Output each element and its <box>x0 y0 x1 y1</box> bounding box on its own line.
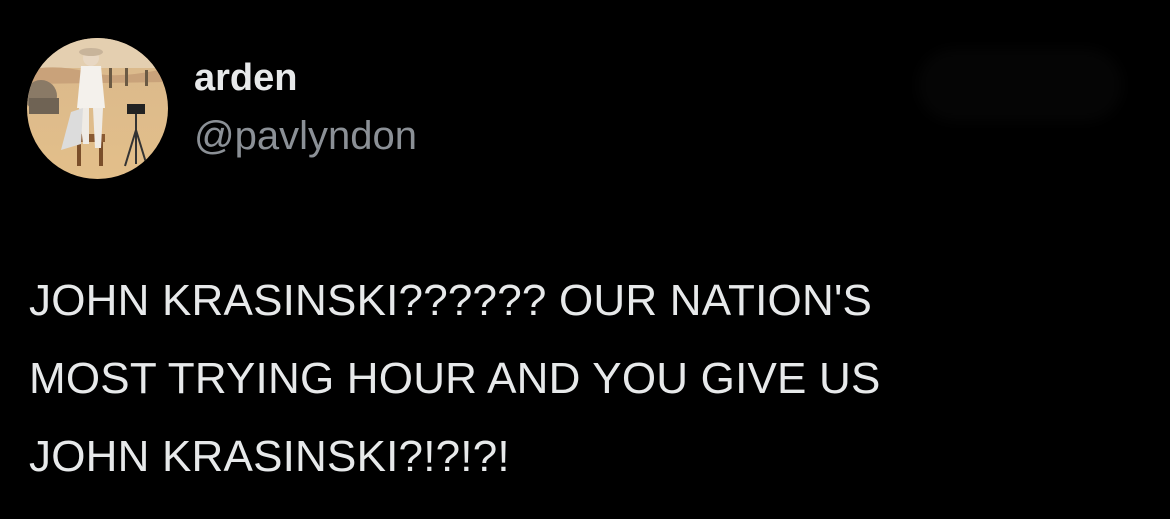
tweet-card: arden @pavlyndon JOHN KRASINSKI?????? OU… <box>0 0 1170 519</box>
tweet-text-line: JOHN KRASINSKI?!?!?! <box>29 432 510 481</box>
tweet-text: JOHN KRASINSKI?????? OUR NATION'S MOST T… <box>29 262 1139 496</box>
tweet-text-line: MOST TRYING HOUR AND YOU GIVE US <box>29 354 881 403</box>
display-name[interactable]: arden <box>194 55 417 101</box>
avatar-photo <box>27 38 168 179</box>
author-info: arden @pavlyndon <box>194 55 417 159</box>
user-handle[interactable]: @pavlyndon <box>194 113 417 159</box>
avatar[interactable] <box>27 38 168 179</box>
more-options-button[interactable] <box>925 56 1115 114</box>
tweet-text-line: JOHN KRASINSKI?????? OUR NATION'S <box>29 276 873 325</box>
